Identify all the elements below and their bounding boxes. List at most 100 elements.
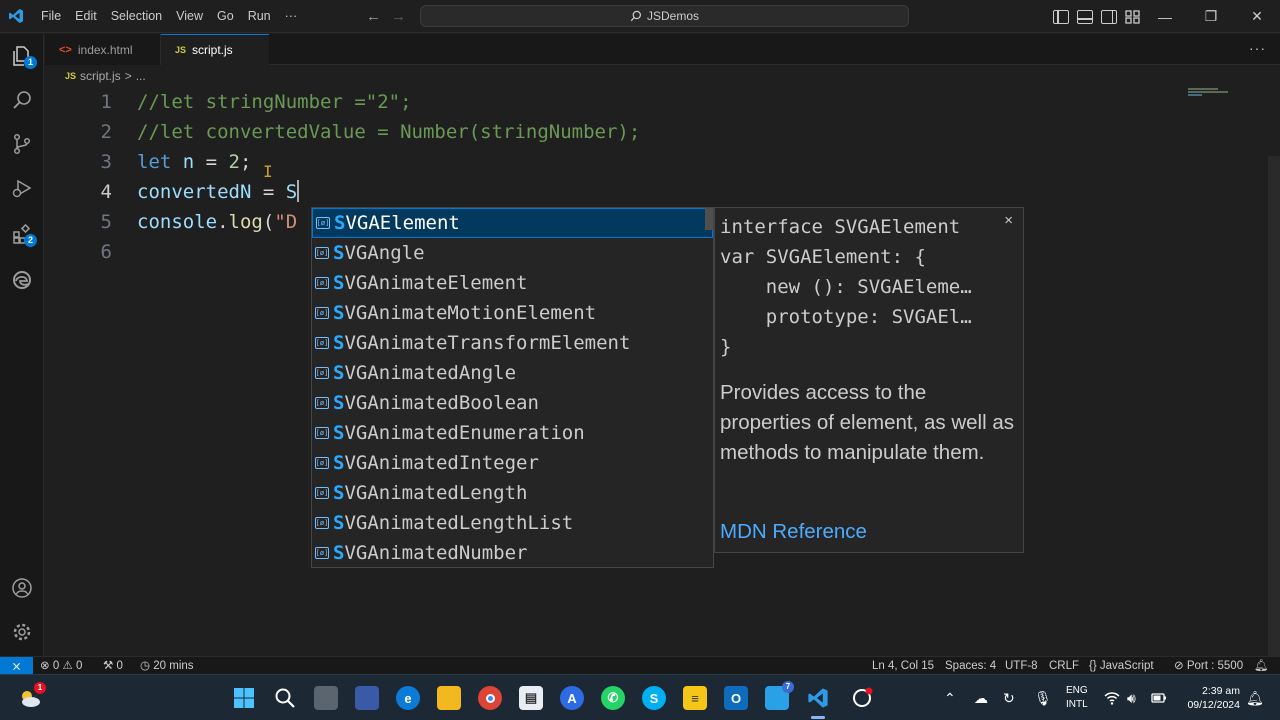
extensions-icon[interactable]: 2 — [8, 220, 37, 248]
taskbar-search-icon[interactable] — [273, 686, 297, 710]
suggestion-item[interactable]: [ø] S VGAnimatedEnumeration — [312, 418, 713, 448]
keyword-token: let — [137, 151, 172, 173]
suggestion-scrollbar[interactable] — [705, 208, 713, 230]
start-button-icon[interactable] — [232, 686, 256, 710]
explorer-icon[interactable]: 1 — [8, 42, 37, 70]
sync-icon[interactable]: ↻ — [1003, 675, 1015, 720]
tab-script-js[interactable]: JS script.js — [161, 34, 269, 65]
notes-app-icon[interactable]: ≡ — [683, 686, 707, 710]
menu-more-button[interactable]: ··· — [278, 0, 305, 33]
document-app-icon[interactable]: ▤ — [519, 686, 543, 710]
accounts-icon[interactable] — [8, 574, 36, 602]
editor-scrollbar[interactable] — [1268, 156, 1280, 656]
battery-icon[interactable] — [1151, 675, 1167, 720]
system-clock[interactable]: 2:39 am 09/12/2024 — [1178, 684, 1240, 712]
toggle-primary-sidebar-icon[interactable] — [1053, 9, 1069, 24]
language-mode[interactable]: {} JavaScript — [1089, 657, 1154, 675]
editor-actions-more-button[interactable]: ··· — [1249, 40, 1266, 56]
wifi-icon[interactable] — [1104, 675, 1120, 720]
code-text: convertedN = S — [137, 177, 300, 207]
suggestion-label: VGAnimatedInteger — [344, 452, 539, 474]
input-language-indicator[interactable]: ENG INTL — [1066, 684, 1088, 712]
search-view-icon[interactable] — [8, 86, 36, 114]
problems-indicator[interactable]: ⊗ 0 ⚠ 0 — [40, 657, 82, 675]
weather-widget-icon[interactable]: 1 — [18, 682, 46, 710]
customize-layout-icon[interactable] — [1125, 9, 1141, 24]
code-line: 2 //let convertedValue = Number(stringNu… — [45, 117, 1185, 147]
indentation[interactable]: Spaces: 4 — [945, 657, 996, 675]
vscode-logo-icon — [0, 0, 32, 33]
operator-token: = — [251, 181, 286, 203]
forward-arrow-icon[interactable]: → — [391, 8, 406, 25]
menu-view[interactable]: View — [169, 0, 210, 33]
suggestion-item[interactable]: [ø] S VGAnimatedInteger — [312, 448, 713, 478]
run-debug-icon[interactable] — [8, 174, 36, 202]
remote-indicator-icon[interactable]: ⨯ — [0, 657, 33, 675]
menu-file[interactable]: File — [34, 0, 68, 33]
tray-app-icon[interactable]: ☁ — [974, 675, 988, 720]
suggestion-item[interactable]: [ø] S VGAnimatedNumber — [312, 538, 713, 568]
type-signature: interface SVGAElement var SVGAElement: {… — [720, 216, 972, 358]
suggestion-item[interactable]: [ø] S VGAElement — [312, 208, 713, 238]
close-button[interactable]: ✕ — [1234, 0, 1280, 33]
show-hidden-icons-icon[interactable]: ⌃ — [944, 675, 956, 720]
toggle-panel-icon[interactable] — [1077, 9, 1093, 24]
back-arrow-icon[interactable]: ← — [366, 8, 381, 25]
restore-button[interactable]: ❐ — [1188, 0, 1234, 33]
ports-indicator[interactable]: ⚒ 0 — [103, 657, 123, 675]
edge-devtools-icon[interactable] — [8, 266, 36, 294]
suggestion-item[interactable]: [ø] S VGAnimatedLengthList — [312, 508, 713, 538]
mdn-reference-link[interactable]: MDN Reference — [720, 520, 867, 544]
line-number: 1 — [100, 91, 112, 113]
end-of-line[interactable]: CRLF — [1049, 657, 1079, 675]
encoding[interactable]: UTF-8 — [1005, 657, 1038, 675]
suggestion-match: S — [334, 212, 346, 234]
suggestion-label: VGAnimateMotionElement — [344, 302, 597, 324]
suggestion-item[interactable]: [ø] S VGAngle — [312, 238, 713, 268]
file-explorer-icon[interactable] — [437, 686, 461, 710]
minimize-button[interactable]: — — [1142, 0, 1188, 33]
notifications-bell-icon[interactable]: 🔔︎ — [1254, 657, 1269, 675]
suggestion-item[interactable]: [ø] S VGAnimateMotionElement — [312, 298, 713, 328]
manage-gear-icon[interactable] — [8, 618, 36, 646]
tab-index-html[interactable]: <> index.html — [45, 34, 161, 65]
live-server-port[interactable]: ⊘ Port : 5500 — [1174, 657, 1243, 675]
source-control-icon[interactable] — [8, 130, 36, 158]
suggestion-item[interactable]: [ø] S VGAnimatedBoolean — [312, 388, 713, 418]
minimap[interactable] — [1188, 88, 1232, 96]
suggestion-item[interactable]: [ø] S VGAnimatedAngle — [312, 358, 713, 388]
outlook-icon[interactable]: O — [724, 686, 748, 710]
suggestion-item[interactable]: [ø] S VGAnimateElement — [312, 268, 713, 298]
cursor-position[interactable]: Ln 4, Col 15 — [872, 657, 934, 675]
teams-app-icon[interactable]: 7 — [765, 681, 794, 710]
whatsapp-icon[interactable]: ✆ — [601, 686, 625, 710]
edge-browser-icon[interactable]: e — [396, 686, 420, 710]
explorer-app-icon[interactable] — [355, 686, 379, 710]
suggestion-match: S — [333, 332, 345, 354]
suggestion-label: VGAnimateElement — [344, 272, 528, 294]
close-details-icon[interactable]: × — [1004, 212, 1013, 229]
menu-edit[interactable]: Edit — [68, 0, 104, 33]
chrome-browser-icon[interactable] — [478, 686, 502, 710]
variable-kind-icon: [ø] — [315, 517, 329, 529]
menu-selection[interactable]: Selection — [104, 0, 169, 33]
microphone-icon[interactable]: 🎙︎ — [1034, 675, 1052, 720]
toggle-secondary-sidebar-icon[interactable] — [1101, 9, 1117, 24]
recording-app-icon[interactable] — [850, 686, 874, 710]
suggestion-item[interactable]: [ø] S VGAnimateTransformElement — [312, 328, 713, 358]
active-app-indicator — [811, 716, 825, 719]
breadcrumb-file[interactable]: script.js — [80, 69, 121, 83]
task-view-icon[interactable] — [314, 686, 338, 710]
command-center-search[interactable]: JSDemos — [420, 5, 909, 27]
volume-icon[interactable]: 🔊︎ — [1127, 675, 1136, 720]
skype-icon[interactable]: S — [642, 686, 666, 710]
app-store-icon[interactable]: A — [560, 686, 584, 710]
menu-go[interactable]: Go — [210, 0, 241, 33]
ports-icon: ⚒ — [103, 660, 114, 672]
suggestion-item[interactable]: [ø] S VGAnimatedLength — [312, 478, 713, 508]
vscode-taskbar-icon[interactable] — [806, 686, 830, 710]
menu-run[interactable]: Run — [241, 0, 278, 33]
breadcrumb-more[interactable]: ... — [136, 69, 146, 83]
notifications-icon[interactable]: 🔔︎ — [1246, 675, 1264, 720]
session-timer[interactable]: ◷ 20 mins — [140, 657, 194, 675]
